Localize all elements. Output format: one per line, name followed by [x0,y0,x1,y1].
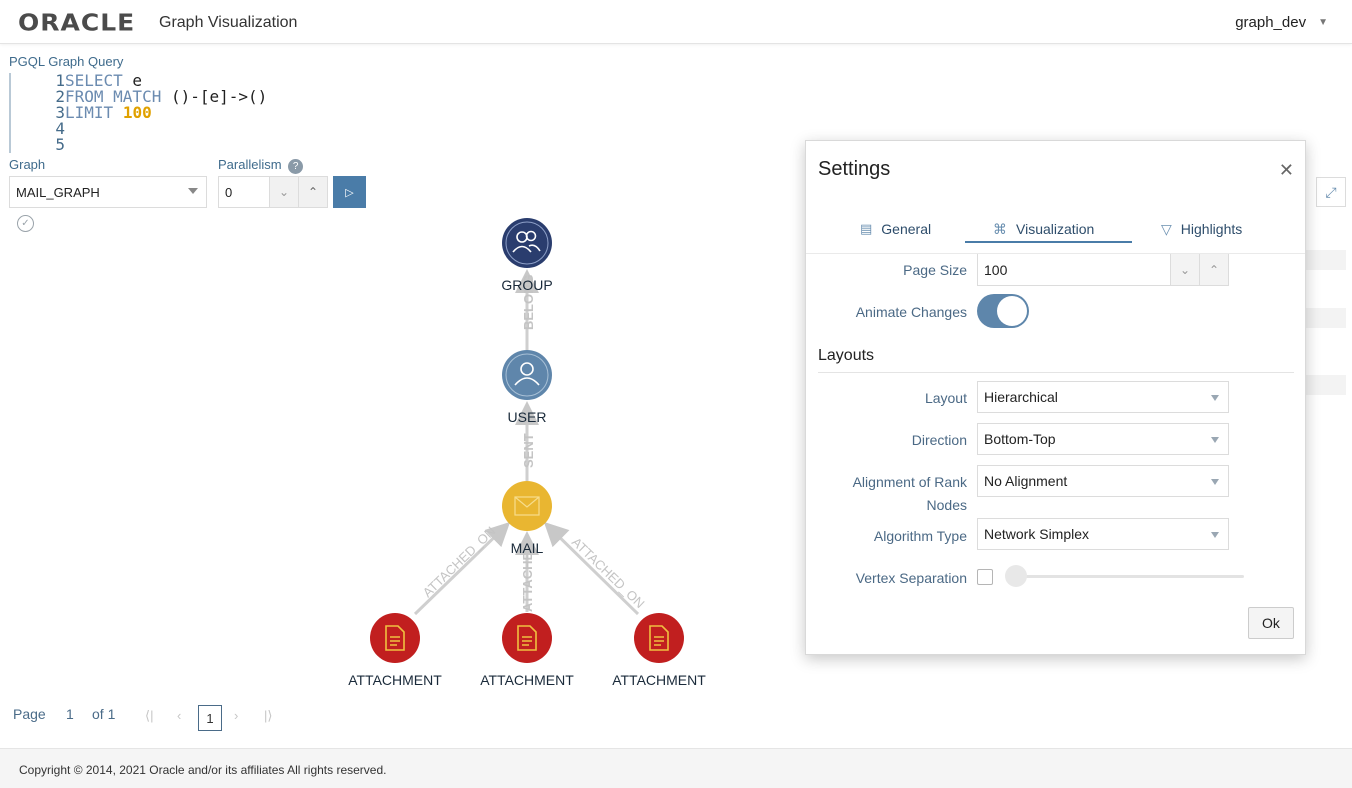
edge-label-sent: SENT [521,433,536,468]
caret-down-icon [1211,395,1219,401]
current-page-button[interactable]: 1 [198,705,222,731]
tab-highlights-label: Highlights [1180,221,1243,237]
attachment-node-label: ATTACHMENT [480,672,574,688]
attachment-node-label: ATTACHMENT [612,672,706,688]
attachment-node[interactable] [370,613,420,663]
attachment-node[interactable] [634,613,684,663]
copyright-text: Copyright © 2014, 2021 Oracle and/or its… [19,763,387,777]
attachment-node-label: ATTACHMENT [348,672,442,688]
alignment-label-cont: Nodes [926,497,967,513]
alignment-value: No Alignment [984,473,1068,489]
pager-total: of 1 [92,706,116,722]
expand-icon[interactable]: ⤢ [1316,177,1346,207]
user-node-label: USER [507,409,547,425]
first-page-icon[interactable]: ⟨| [145,708,153,724]
footer: Copyright © 2014, 2021 Oracle and/or its… [0,748,1352,788]
alignment-select[interactable]: No Alignment [977,465,1229,497]
caret-down-icon [1211,437,1219,443]
background-panel-row [1306,250,1346,270]
page-size-input[interactable]: 100 [977,254,1171,286]
page-size-decrement-button[interactable]: ⌄ [1170,254,1200,286]
vertex-separation-label: Vertex Separation [855,570,967,586]
mail-node[interactable] [502,481,552,531]
tab-highlights[interactable]: ▽ Highlights [1161,217,1242,241]
layout-value: Hierarchical [984,389,1058,405]
attachment-node[interactable] [502,613,552,663]
settings-dialog: Settings ✕ ▤ General ⌘ Visualization ▽ H… [805,140,1306,655]
direction-value: Bottom-Top [984,431,1056,447]
caret-down-icon [1211,532,1219,538]
page-size-label: Page Size [903,262,967,278]
group-node-label: GROUP [501,277,553,293]
direction-select[interactable]: Bottom-Top [977,423,1229,455]
table-icon: ▤ [860,221,873,236]
vertex-separation-checkbox[interactable] [977,569,993,585]
filter-icon: ▽ [1161,220,1172,237]
direction-label: Direction [911,432,967,448]
edge-attached-right[interactable] [543,521,640,616]
next-page-icon[interactable]: › [234,708,238,723]
tab-visualization[interactable]: ⌘ Visualization [993,217,1094,241]
tab-general[interactable]: ▤ General [860,217,931,241]
slider-handle[interactable] [1005,565,1027,587]
mail-node-label: MAIL [510,540,544,556]
group-node[interactable] [502,218,552,268]
background-panel-row [1306,308,1346,328]
algorithm-select[interactable]: Network Simplex [977,518,1229,550]
ok-button[interactable]: Ok [1248,607,1294,639]
alignment-label: Alignment of Rank [852,474,967,490]
divider [818,372,1294,373]
last-page-icon[interactable]: |⟩ [264,708,272,724]
vertex-separation-slider[interactable] [1016,575,1244,578]
close-icon[interactable]: ✕ [1279,160,1294,181]
edge-label-attached-left: ATTACHED_ON [420,523,499,600]
pager-label: Page [13,706,46,722]
tab-visualization-label: Visualization [1016,221,1095,237]
dialog-title: Settings [818,158,891,180]
algorithm-label: Algorithm Type [873,528,967,544]
toggle-knob [997,296,1027,326]
background-panel-row [1306,375,1346,395]
page-size-increment-button[interactable]: ⌃ [1199,254,1229,286]
user-node[interactable] [502,350,552,400]
network-icon: ⌘ [993,220,1007,237]
layout-select[interactable]: Hierarchical [977,381,1229,413]
algorithm-value: Network Simplex [984,526,1090,542]
chevron-down-icon: ⌄ [1179,262,1191,277]
page-size-value: 100 [984,261,1008,278]
active-tab-indicator [965,241,1132,243]
caret-down-icon [1211,479,1219,485]
layout-label: Layout [924,390,967,406]
animate-changes-label: Animate Changes [855,304,967,320]
chevron-up-icon: ⌃ [1208,262,1220,277]
prev-page-icon[interactable]: ‹ [177,708,181,723]
edge-label-attached-center: ATTACHE [520,551,535,612]
layouts-section-title: Layouts [818,347,875,364]
tab-general-label: General [881,221,932,237]
animate-changes-toggle[interactable] [977,294,1029,328]
pager-page-input[interactable]: 1 [66,706,74,722]
